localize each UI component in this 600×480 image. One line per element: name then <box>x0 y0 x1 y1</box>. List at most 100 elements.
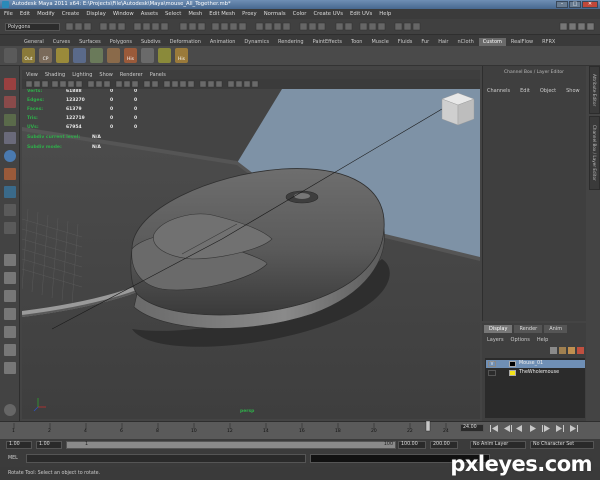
menu-window[interactable]: Window <box>113 11 134 17</box>
shelf-tab-fur[interactable]: Fur <box>417 38 433 46</box>
layer-editor-icons[interactable] <box>550 346 586 355</box>
shelf-tab-rfrx[interactable]: RFRX <box>538 38 559 46</box>
paint-select-tool-icon[interactable] <box>4 114 16 126</box>
range-slider[interactable]: 1 100 <box>66 441 396 449</box>
viewport-icon-bar[interactable] <box>22 79 480 89</box>
viewport-menu-lighting[interactable]: Lighting <box>72 72 92 78</box>
layer-color-swatch[interactable] <box>509 370 516 376</box>
outliner-layout-icon[interactable] <box>4 308 16 320</box>
current-time-marker[interactable] <box>425 421 431 432</box>
menu-assets[interactable]: Assets <box>141 11 158 17</box>
channel-menu-object[interactable]: Object <box>540 88 556 96</box>
graph-editor-layout-icon[interactable] <box>4 326 16 338</box>
layer-menu-layers[interactable]: Layers <box>487 337 504 343</box>
menu-display[interactable]: Display <box>86 11 106 17</box>
playback-controls[interactable] <box>488 424 598 433</box>
start-time-field[interactable]: 1.00 <box>6 441 32 449</box>
menu-normals[interactable]: Normals <box>264 11 286 17</box>
shelf-tool-icon[interactable] <box>90 48 103 63</box>
layer-color-swatch[interactable] <box>509 361 516 367</box>
mel-command-input[interactable] <box>26 454 306 463</box>
hypershade-layout-icon[interactable] <box>4 344 16 356</box>
shelf-tool-icon[interactable] <box>56 48 69 63</box>
menu-mesh[interactable]: Mesh <box>188 11 202 17</box>
menu-help[interactable]: Help <box>379 11 391 17</box>
shelf-tab-hair[interactable]: Hair <box>434 38 452 46</box>
layer-row-thewholemouse[interactable]: TheWholemouse <box>486 369 585 377</box>
menu-edit[interactable]: Edit <box>20 11 30 17</box>
shelf-history-button[interactable]: His <box>175 48 188 63</box>
viewport-menu-view[interactable]: View <box>26 72 38 78</box>
layer-tab-display[interactable]: Display <box>484 325 513 333</box>
perspective-viewport[interactable]: Verts: 61888 0 0 Edges: 123270 0 0 Faces… <box>22 89 480 419</box>
shelf-tool-icon[interactable] <box>73 48 86 63</box>
maximize-button[interactable]: □ <box>569 1 581 8</box>
layer-visibility-toggle[interactable]: V <box>488 361 496 367</box>
shelf-tab-ncloth[interactable]: nCloth <box>454 38 478 46</box>
menu-create-uvs[interactable]: Create UVs <box>313 11 343 17</box>
channel-menu-channels[interactable]: Channels <box>487 88 510 96</box>
shelf-tool-icon[interactable] <box>107 48 120 63</box>
viewport-menu-show[interactable]: Show <box>99 72 113 78</box>
attribute-editor-tab[interactable]: Attribute Editor <box>589 66 600 114</box>
single-perspective-layout-icon[interactable] <box>4 254 16 266</box>
view-cube-icon[interactable] <box>441 92 475 126</box>
shelf-tab-custom[interactable]: Custom <box>478 38 506 46</box>
layer-tab-render[interactable]: Render <box>514 325 543 333</box>
shelf-tab-muscle[interactable]: Muscle <box>367 38 392 46</box>
menu-select[interactable]: Select <box>165 11 181 17</box>
anim-layer-dropdown[interactable]: No Anim Layer <box>470 441 526 449</box>
shelf-menu-icon[interactable] <box>4 48 17 63</box>
shelf-tool-icon[interactable] <box>141 48 154 63</box>
current-time-field[interactable]: 24.00 <box>460 424 484 432</box>
channel-menu-edit[interactable]: Edit <box>520 88 530 96</box>
shelf-tab-fluids[interactable]: Fluids <box>394 38 417 46</box>
manipulator-tool-icon[interactable] <box>4 186 16 198</box>
soft-mod-tool-icon[interactable] <box>4 204 16 216</box>
scale-tool-icon[interactable] <box>4 168 16 180</box>
shelf-tool-icon[interactable] <box>158 48 171 63</box>
shelf-tab-dynamics[interactable]: Dynamics <box>240 38 273 46</box>
layer-menu-options[interactable]: Options <box>511 337 530 343</box>
menu-file[interactable]: File <box>4 11 13 17</box>
two-pane-layout-icon[interactable] <box>4 290 16 302</box>
end-time-field[interactable]: 200.00 <box>430 441 458 449</box>
shelf-delete-history-button[interactable]: His <box>124 48 137 63</box>
playback-end-field[interactable]: 100.00 <box>398 441 426 449</box>
four-view-layout-icon[interactable] <box>4 272 16 284</box>
mel-script-icon[interactable] <box>4 404 16 416</box>
menu-create[interactable]: Create <box>62 11 80 17</box>
playback-start-field[interactable]: 1.00 <box>36 441 62 449</box>
shelf-tab-realflow[interactable]: RealFlow <box>507 38 537 46</box>
shelf-tab-subdivs[interactable]: Subdivs <box>137 38 165 46</box>
shelf-tab-surfaces[interactable]: Surfaces <box>75 38 105 46</box>
rotate-tool-icon[interactable] <box>4 150 16 162</box>
select-tool-icon[interactable] <box>4 78 16 90</box>
viewport-toolbar-icons[interactable] <box>22 79 480 89</box>
shelf-tab-general[interactable]: General <box>20 38 48 46</box>
viewport-menu-shading[interactable]: Shading <box>45 72 65 78</box>
layer-row-mouse-01[interactable]: V Mouse_01 <box>486 360 585 368</box>
menu-edit-uvs[interactable]: Edit UVs <box>350 11 372 17</box>
shelf-center-pivot-button[interactable]: CP <box>39 48 52 63</box>
layer-menu-help[interactable]: Help <box>537 337 548 343</box>
menu-proxy[interactable]: Proxy <box>242 11 257 17</box>
minimize-button[interactable]: – <box>556 1 568 8</box>
shelf-tab-curves[interactable]: Curves <box>49 38 74 46</box>
shelf-tab-polygons[interactable]: Polygons <box>106 38 136 46</box>
status-line-icons[interactable] <box>0 19 600 35</box>
channel-box-layer-editor-tab[interactable]: Channel Box / Layer Editor <box>589 116 600 190</box>
shelf-outliner-button[interactable]: Out <box>22 48 35 63</box>
viewport-menu-panels[interactable]: Panels <box>150 72 166 78</box>
character-set-dropdown[interactable]: No Character Set <box>530 441 594 449</box>
last-tool-icon[interactable] <box>4 222 16 234</box>
shelf-tab-animation[interactable]: Animation <box>206 38 240 46</box>
menu-color[interactable]: Color <box>293 11 307 17</box>
layer-tab-anim[interactable]: Anim <box>544 325 568 333</box>
custom-layout-icon[interactable] <box>4 362 16 374</box>
menu-modify[interactable]: Modify <box>37 11 55 17</box>
viewport-menu-renderer[interactable]: Renderer <box>120 72 143 78</box>
close-button[interactable]: ✕ <box>582 1 598 8</box>
lasso-tool-icon[interactable] <box>4 96 16 108</box>
layer-visibility-toggle[interactable] <box>488 370 496 376</box>
